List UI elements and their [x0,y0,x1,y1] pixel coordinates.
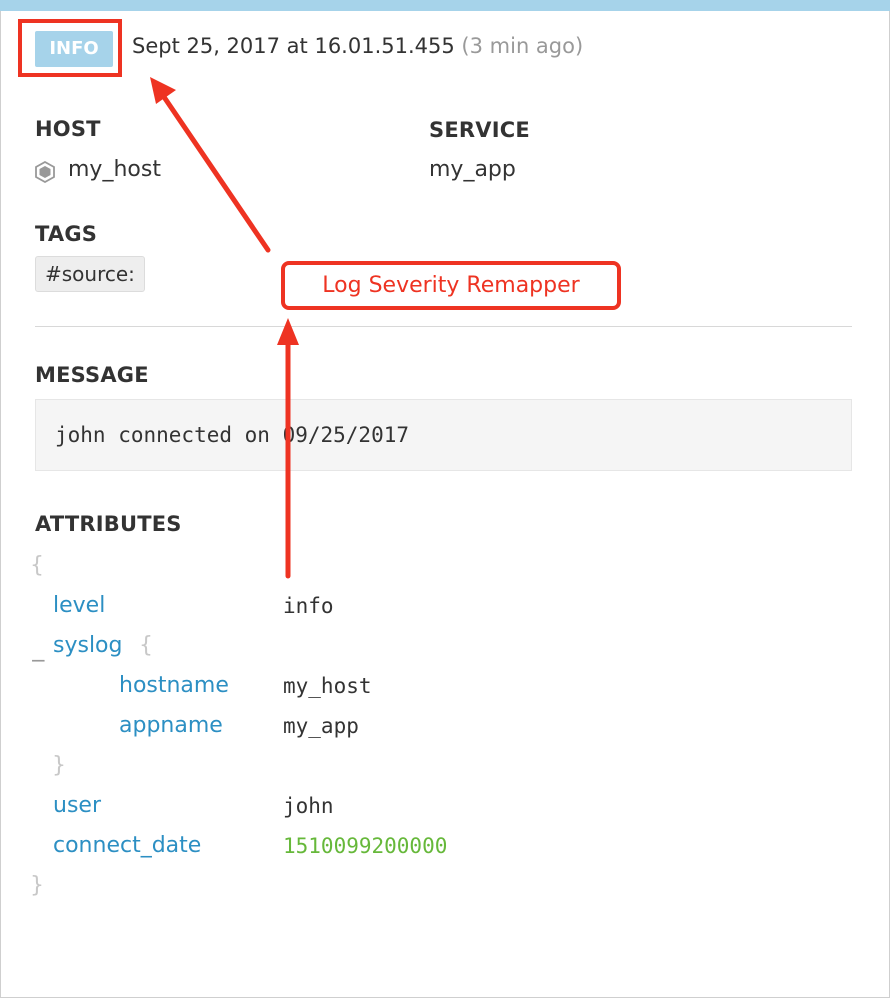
annotation-highlight-box [18,19,122,77]
host-value[interactable]: my_host [68,157,161,182]
attr-key-level[interactable]: level [53,593,105,618]
json-open-brace: { [30,553,44,578]
attr-value-hostname[interactable]: my_host [283,674,372,698]
attr-value-appname[interactable]: my_app [283,714,359,738]
attr-key-connect-date[interactable]: connect_date [53,833,201,858]
message-label: MESSAGE [35,363,149,387]
status-color-bar [0,0,890,11]
syslog-close-brace: } [52,753,66,778]
attr-key-syslog[interactable]: syslog [53,633,122,658]
log-timestamp: Sept 25, 2017 at 16.01.51.455 (3 min ago… [132,34,583,58]
attr-key-user[interactable]: user [53,793,101,818]
attributes-label: ATTRIBUTES [35,512,182,536]
service-label: SERVICE [429,118,530,142]
json-close-brace: } [30,873,44,898]
tag-chip[interactable]: #source: [35,256,145,292]
collapse-toggle[interactable]: − [30,648,47,672]
attr-value-connect-date[interactable]: 1510099200000 [283,834,447,858]
attr-key-hostname[interactable]: hostname [119,673,229,698]
hexagon-icon [35,161,55,183]
attr-value-level[interactable]: info [283,594,334,618]
timestamp-text: Sept 25, 2017 at 16.01.51.455 [132,34,455,58]
service-value[interactable]: my_app [429,157,516,182]
attr-key-appname[interactable]: appname [119,713,223,738]
host-label: HOST [35,117,101,141]
section-divider [35,326,852,327]
log-severity-remapper-annotation: Log Severity Remapper [281,261,621,310]
relative-time: (3 min ago) [461,34,584,58]
attr-value-user[interactable]: john [283,794,334,818]
syslog-open-brace: { [139,633,153,658]
message-text: john connected on 09/25/2017 [55,423,410,447]
tags-label: TAGS [35,222,98,246]
